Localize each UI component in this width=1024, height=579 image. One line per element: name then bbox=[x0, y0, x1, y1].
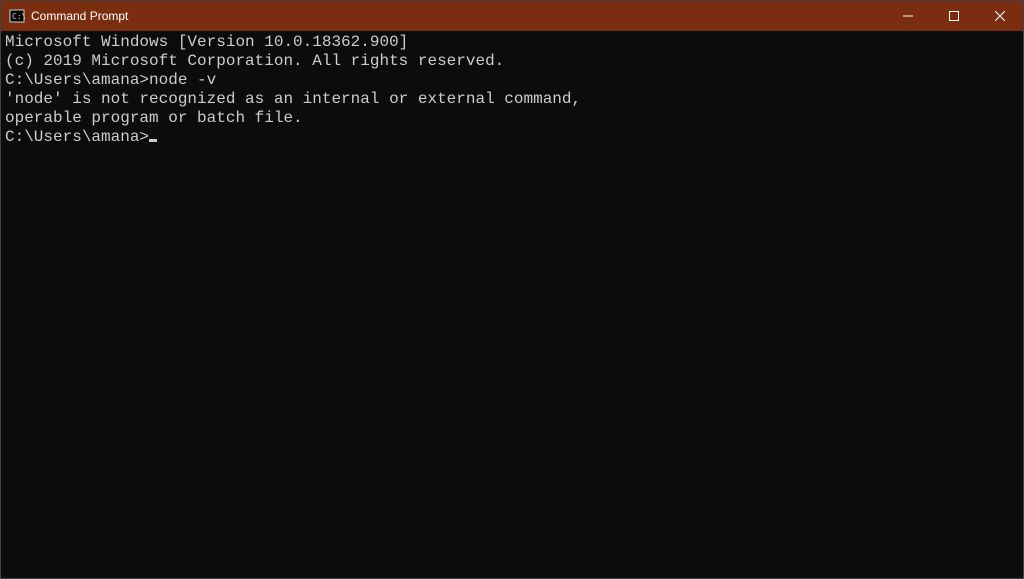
maximize-button[interactable] bbox=[931, 1, 977, 31]
prompt-path: C:\Users\amana> bbox=[5, 128, 149, 146]
command-prompt-window: C:\ Command Prompt Microsoft Windows [Ve… bbox=[0, 0, 1024, 579]
svg-text:C:\: C:\ bbox=[12, 12, 25, 21]
error-line-1: 'node' is not recognized as an internal … bbox=[5, 90, 1019, 109]
copyright-line: (c) 2019 Microsoft Corporation. All righ… bbox=[5, 52, 1019, 71]
prompt-command: node -v bbox=[149, 71, 216, 89]
cmd-icon: C:\ bbox=[9, 8, 25, 24]
error-line-2: operable program or batch file. bbox=[5, 109, 1019, 128]
prompt-path: C:\Users\amana> bbox=[5, 71, 149, 89]
titlebar[interactable]: C:\ Command Prompt bbox=[1, 1, 1023, 31]
cursor bbox=[149, 139, 157, 142]
window-title: Command Prompt bbox=[31, 9, 128, 23]
version-line: Microsoft Windows [Version 10.0.18362.90… bbox=[5, 33, 1019, 52]
window-controls bbox=[885, 1, 1023, 31]
minimize-button[interactable] bbox=[885, 1, 931, 31]
prompt-line-1: C:\Users\amana>node -v bbox=[5, 71, 1019, 90]
terminal-output[interactable]: Microsoft Windows [Version 10.0.18362.90… bbox=[1, 31, 1023, 578]
close-button[interactable] bbox=[977, 1, 1023, 31]
prompt-line-2: C:\Users\amana> bbox=[5, 128, 1019, 147]
